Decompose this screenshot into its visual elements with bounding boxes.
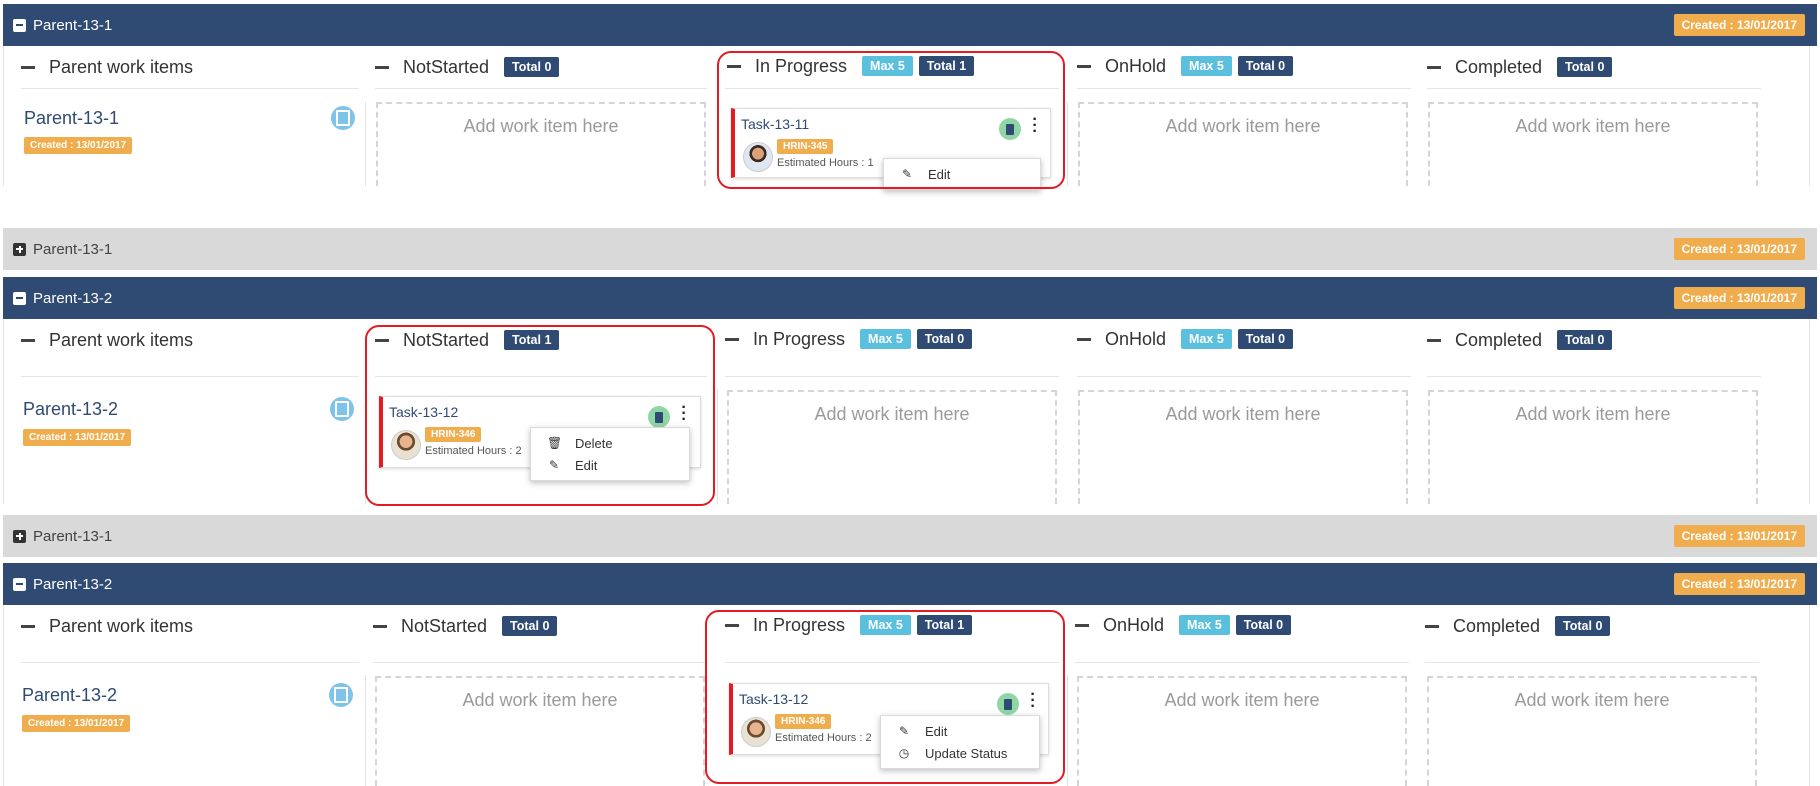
minus-icon[interactable] bbox=[21, 338, 35, 342]
created-badge: Created : 13/01/2017 bbox=[1673, 14, 1805, 36]
created-badge: Created : 13/01/2017 bbox=[24, 137, 133, 154]
max-badge: Max 5 bbox=[860, 329, 911, 349]
drop-zone[interactable]: Add work item here bbox=[727, 390, 1057, 504]
created-badge: Created : 13/01/2017 bbox=[1673, 573, 1805, 595]
total-badge: Total 0 bbox=[1237, 329, 1294, 349]
column-header-inprogress: In Progress Max 5 Total 0 bbox=[725, 324, 978, 354]
column-header-parent: Parent work items bbox=[21, 325, 208, 355]
drop-zone[interactable]: Add work item here bbox=[1078, 102, 1408, 186]
column-header-completed: Completed Total 0 bbox=[1427, 325, 1618, 355]
drop-zone[interactable]: Add work item here bbox=[1428, 102, 1758, 186]
column-header-parent: Parent work items bbox=[21, 52, 208, 82]
minus-icon[interactable] bbox=[1077, 337, 1091, 341]
column-header-onhold: OnHold Max 5 Total 0 bbox=[1075, 610, 1297, 640]
minus-icon[interactable] bbox=[373, 624, 387, 628]
created-badge: Created : 13/01/2017 bbox=[22, 715, 131, 732]
column-title: OnHold bbox=[1105, 55, 1167, 76]
parent-header[interactable]: Parent-13-2 Created : 13/01/2017 bbox=[3, 277, 1817, 319]
minus-icon[interactable] bbox=[1077, 64, 1091, 68]
column-title: In Progress bbox=[753, 328, 846, 349]
column-header-notstarted: NotStarted Total 0 bbox=[373, 611, 563, 641]
total-badge: Total 0 bbox=[1235, 615, 1292, 635]
highlight-annotation bbox=[365, 325, 715, 506]
column-title: NotStarted bbox=[401, 615, 488, 636]
parent-item-name[interactable]: Parent-13-2 bbox=[22, 685, 117, 706]
column-header-onhold: OnHold Max 5 Total 0 bbox=[1077, 51, 1299, 81]
drop-zone[interactable]: Add work item here bbox=[375, 676, 705, 786]
minus-icon[interactable] bbox=[1425, 624, 1439, 628]
drop-zone[interactable]: Add work item here bbox=[1427, 676, 1757, 786]
parent-header-title: Parent-13-1 bbox=[33, 527, 113, 545]
column-title: Completed bbox=[1455, 329, 1543, 350]
drop-zone[interactable]: Add work item here bbox=[1077, 676, 1407, 786]
minus-square-icon[interactable] bbox=[13, 577, 26, 591]
column-header-notstarted: NotStarted Total 0 bbox=[375, 52, 565, 82]
parent-header-title: Parent-13-2 bbox=[33, 575, 113, 593]
max-badge: Max 5 bbox=[1181, 329, 1232, 349]
minus-icon[interactable] bbox=[21, 65, 35, 69]
total-badge: Total 0 bbox=[1237, 56, 1294, 76]
parent-header[interactable]: Parent-13-1 Created : 13/01/2017 bbox=[3, 4, 1817, 46]
total-badge: Total 0 bbox=[504, 57, 560, 77]
minus-icon[interactable] bbox=[21, 624, 35, 628]
drop-zone[interactable]: Add work item here bbox=[1428, 390, 1758, 504]
kanban-board: Parent work items NotStarted Total 0 In … bbox=[3, 605, 1817, 786]
column-title: OnHold bbox=[1105, 328, 1167, 349]
column-header-parent: Parent work items bbox=[21, 611, 208, 641]
total-badge: Total 0 bbox=[916, 329, 973, 349]
board-icon[interactable] bbox=[329, 683, 353, 707]
column-title: Parent work items bbox=[49, 56, 194, 77]
board-icon[interactable] bbox=[330, 397, 354, 421]
parent-header-title: Parent-13-1 bbox=[33, 16, 113, 34]
total-badge: Total 0 bbox=[1557, 330, 1613, 350]
column-title: Completed bbox=[1455, 56, 1543, 77]
column-header-onhold: OnHold Max 5 Total 0 bbox=[1077, 324, 1299, 354]
minus-icon[interactable] bbox=[1427, 338, 1441, 342]
minus-icon[interactable] bbox=[1075, 623, 1089, 627]
column-title: Parent work items bbox=[49, 329, 194, 350]
highlight-annotation bbox=[705, 610, 1065, 784]
plus-square-icon[interactable] bbox=[13, 529, 26, 543]
column-title: NotStarted bbox=[403, 56, 490, 77]
parent-header[interactable]: Parent-13-1 Created : 13/01/2017 bbox=[3, 228, 1817, 270]
parent-header-title: Parent-13-1 bbox=[33, 240, 113, 258]
parent-header-title: Parent-13-2 bbox=[33, 289, 113, 307]
column-header-completed: Completed Total 0 bbox=[1425, 611, 1616, 641]
minus-square-icon[interactable] bbox=[13, 291, 26, 305]
kanban-board: Parent work items NotStarted Total 0 In … bbox=[3, 46, 1817, 190]
minus-square-icon[interactable] bbox=[13, 18, 26, 32]
minus-icon[interactable] bbox=[1427, 65, 1441, 69]
max-badge: Max 5 bbox=[1179, 615, 1230, 635]
parent-item-name[interactable]: Parent-13-2 bbox=[23, 399, 118, 420]
column-title: Completed bbox=[1453, 615, 1541, 636]
drop-zone[interactable]: Add work item here bbox=[376, 102, 706, 186]
parent-item-name[interactable]: Parent-13-1 bbox=[24, 108, 119, 129]
minus-icon[interactable] bbox=[725, 337, 739, 341]
drop-zone[interactable]: Add work item here bbox=[1078, 390, 1408, 504]
minus-icon[interactable] bbox=[375, 65, 389, 69]
total-badge: Total 0 bbox=[1557, 57, 1613, 77]
column-header-completed: Completed Total 0 bbox=[1427, 52, 1618, 82]
plus-square-icon[interactable] bbox=[13, 242, 26, 256]
max-badge: Max 5 bbox=[1181, 56, 1232, 76]
total-badge: Total 0 bbox=[502, 616, 558, 636]
board-icon[interactable] bbox=[331, 106, 355, 130]
created-badge: Created : 13/01/2017 bbox=[1673, 525, 1805, 547]
column-title: Parent work items bbox=[49, 615, 194, 636]
kanban-board: Parent work items NotStarted Total 1 In … bbox=[3, 319, 1817, 506]
created-badge: Created : 13/01/2017 bbox=[23, 429, 132, 446]
column-title: OnHold bbox=[1103, 614, 1165, 635]
parent-header[interactable]: Parent-13-2 Created : 13/01/2017 bbox=[3, 563, 1817, 605]
total-badge: Total 0 bbox=[1555, 616, 1611, 636]
created-badge: Created : 13/01/2017 bbox=[1673, 238, 1805, 260]
parent-header[interactable]: Parent-13-1 Created : 13/01/2017 bbox=[3, 515, 1817, 557]
created-badge: Created : 13/01/2017 bbox=[1673, 287, 1805, 309]
highlight-annotation bbox=[717, 51, 1065, 189]
